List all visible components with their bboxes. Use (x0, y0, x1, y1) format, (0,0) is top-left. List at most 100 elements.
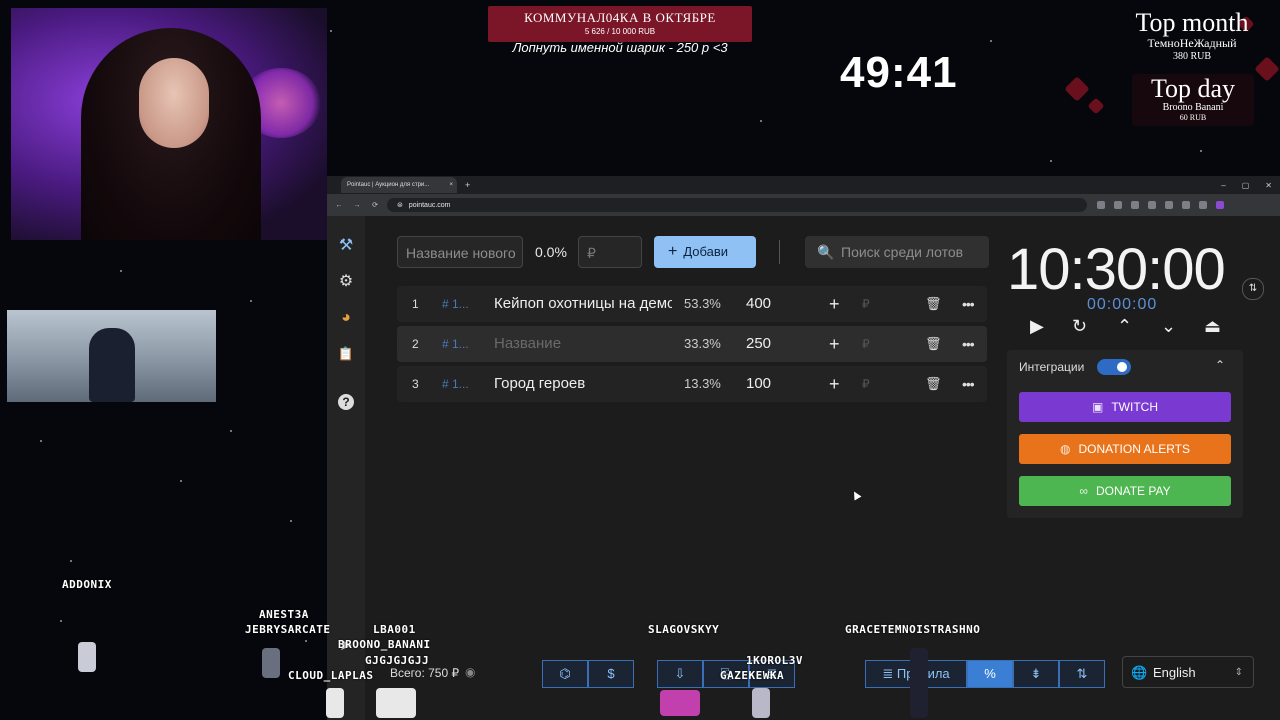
browser-tab[interactable]: Pointauc | Аукцион для стри... × (341, 177, 457, 193)
donation-goal: КОММУНАЛ04КА В ОКТЯБРЕ 5 626 / 10 000 RU… (488, 6, 752, 42)
download-icon[interactable]: ⇩ (657, 660, 703, 688)
heart-decoration (1064, 76, 1090, 102)
lot-percent: 13.3% (684, 376, 721, 391)
add-amount-icon[interactable]: + (829, 326, 840, 362)
top-month-title: Top month (1135, 8, 1249, 37)
chat-sprite (376, 688, 416, 718)
lot-percent: 53.3% (684, 296, 721, 311)
trash-icon[interactable]: 🗑 (925, 326, 942, 362)
twitch-button[interactable]: ▣ TWITCH (1019, 392, 1231, 422)
lot-number: 1 (412, 297, 419, 311)
extra-amount-input[interactable]: ₽ (862, 286, 870, 322)
back-icon[interactable]: ← (333, 202, 345, 209)
swap-icon[interactable]: ⇅ (1242, 278, 1264, 300)
reload-icon[interactable]: ⟳ (369, 201, 381, 209)
chat-sprite (660, 690, 700, 716)
forward-icon[interactable]: → (351, 202, 363, 209)
new-tab-button[interactable]: + (465, 180, 470, 190)
streamer-face (139, 58, 209, 148)
elapsed-timer: 00:00:00 (1087, 296, 1158, 313)
site-info-icon[interactable]: ⊜ (397, 201, 403, 209)
profile-icon[interactable] (1216, 201, 1224, 209)
trash-icon[interactable]: 🗑 (925, 366, 942, 402)
lot-name[interactable]: Город героев (494, 366, 672, 402)
language-select[interactable]: 🌐 English ⇕ (1122, 656, 1254, 688)
integrations-title: Интеграции (1019, 360, 1085, 374)
clipboard-icon[interactable]: 📋 (336, 344, 356, 364)
percent-icon[interactable]: % (967, 660, 1013, 688)
search-input[interactable]: 🔍 Поиск среди лотов (805, 236, 989, 268)
new-lot-amount-input[interactable]: ₽ (578, 236, 642, 268)
twitch-icon: ▣ (1092, 400, 1104, 414)
heart-decoration (1254, 56, 1280, 82)
extension-icon[interactable] (1199, 201, 1207, 209)
extension-icon[interactable] (1182, 201, 1190, 209)
url-field[interactable]: ⊜ pointauc.com (387, 198, 1087, 212)
lot-id[interactable]: # 1... (442, 326, 469, 362)
pie-chart-icon[interactable]: ◕ (336, 308, 356, 328)
extension-icon[interactable] (1097, 201, 1105, 209)
more-icon[interactable]: ••• (962, 286, 975, 322)
integrations-panel: Интеграции ⌃ ▣ TWITCH ◍ DONATION ALERTS ∞ D… (1007, 350, 1243, 518)
add-amount-icon[interactable]: + (829, 366, 840, 402)
more-icon[interactable]: ••• (962, 326, 975, 362)
gear-icon[interactable]: ⚙ (336, 272, 356, 292)
lot-amount[interactable]: 250 (746, 326, 771, 362)
double-up-icon[interactable]: ⏏ (1204, 316, 1221, 337)
decrease-time-icon[interactable]: ⌄ (1161, 316, 1176, 337)
extra-amount-input[interactable]: ₽ (862, 326, 870, 362)
donation-alerts-button[interactable]: ◍ DONATION ALERTS (1019, 434, 1231, 464)
new-lot-percent: 0.0% (535, 244, 567, 260)
lot-row: 1 # 1... Кейпоп охотницы на демонов 53.3… (397, 286, 987, 322)
webcam-streamer (11, 8, 327, 240)
address-bar: ← → ⟳ ⊜ pointauc.com (327, 194, 1280, 216)
trash-icon[interactable]: 🗑 (925, 286, 942, 322)
lot-amount[interactable]: 100 (746, 366, 771, 402)
bookmark-icon[interactable] (1131, 201, 1139, 209)
chat-name: CLOUD_LAPLAS (288, 669, 374, 682)
close-window-button[interactable]: ✕ (1265, 181, 1272, 190)
extension-icon[interactable] (1165, 201, 1173, 209)
chat-name: GAZEKEWKA (720, 669, 785, 682)
play-icon[interactable]: ▶ (1030, 316, 1044, 337)
lot-amount[interactable]: 400 (746, 286, 771, 322)
add-lot-label: Добави (683, 244, 729, 259)
lot-id[interactable]: # 1... (442, 366, 469, 402)
reset-icon[interactable]: ↻ (1072, 316, 1087, 337)
add-lot-button[interactable]: + Добави (654, 236, 756, 268)
chat-name: SLAGOVSKYY (648, 623, 720, 636)
donate-icon[interactable]: $ (588, 660, 634, 688)
top-month: Top month ТемноНеЖадный 380 RUB (1128, 8, 1256, 62)
minimize-button[interactable]: – (1221, 181, 1225, 190)
more-icon[interactable]: ••• (962, 366, 975, 402)
lot-id[interactable]: # 1... (442, 286, 469, 322)
split-icon[interactable]: ⇟ (1013, 660, 1059, 688)
window-controls: – ▢ ✕ (1221, 181, 1272, 190)
hammer-icon[interactable]: ⚒ (336, 236, 356, 256)
chat-name: ANEST3A (259, 608, 309, 621)
new-lot-name-input[interactable]: Название нового (397, 236, 523, 268)
extra-amount-input[interactable]: ₽ (862, 366, 870, 402)
help-icon[interactable]: ? (338, 394, 354, 410)
language-label: English (1153, 665, 1196, 680)
lot-row: 3 # 1... Город героев 13.3% 100 + ₽ 🗑 ••… (397, 366, 987, 402)
increase-time-icon[interactable]: ⌃ (1117, 316, 1132, 337)
extension-icon[interactable] (1148, 201, 1156, 209)
tab-close-icon[interactable]: × (449, 182, 453, 188)
donate-pay-button[interactable]: ∞ DONATE PAY (1019, 476, 1231, 506)
extension-icon[interactable] (1114, 201, 1122, 209)
maximize-button[interactable]: ▢ (1242, 181, 1250, 190)
chevron-up-icon[interactable]: ⌃ (1215, 358, 1225, 372)
bottom-toolbar-left: ⌬ $ (542, 660, 634, 688)
sort-icon[interactable]: ⇅ (1059, 660, 1105, 688)
eye-icon[interactable]: ◉ (465, 665, 475, 679)
plus-icon: + (668, 243, 678, 260)
lot-name[interactable]: Кейпоп охотницы на демонов (494, 286, 672, 322)
bottom-toolbar-right: ≣ Правила % ⇟ ⇅ (865, 660, 1105, 688)
github-icon[interactable]: ⌬ (542, 660, 588, 688)
integrations-toggle[interactable] (1097, 359, 1131, 375)
lot-name[interactable]: Название (494, 326, 672, 362)
add-amount-icon[interactable]: + (829, 286, 840, 322)
goal-note: Лопнуть именной шарик - 250 р <3 (512, 40, 728, 55)
chat-name: BROONO_BANANI (338, 638, 431, 651)
